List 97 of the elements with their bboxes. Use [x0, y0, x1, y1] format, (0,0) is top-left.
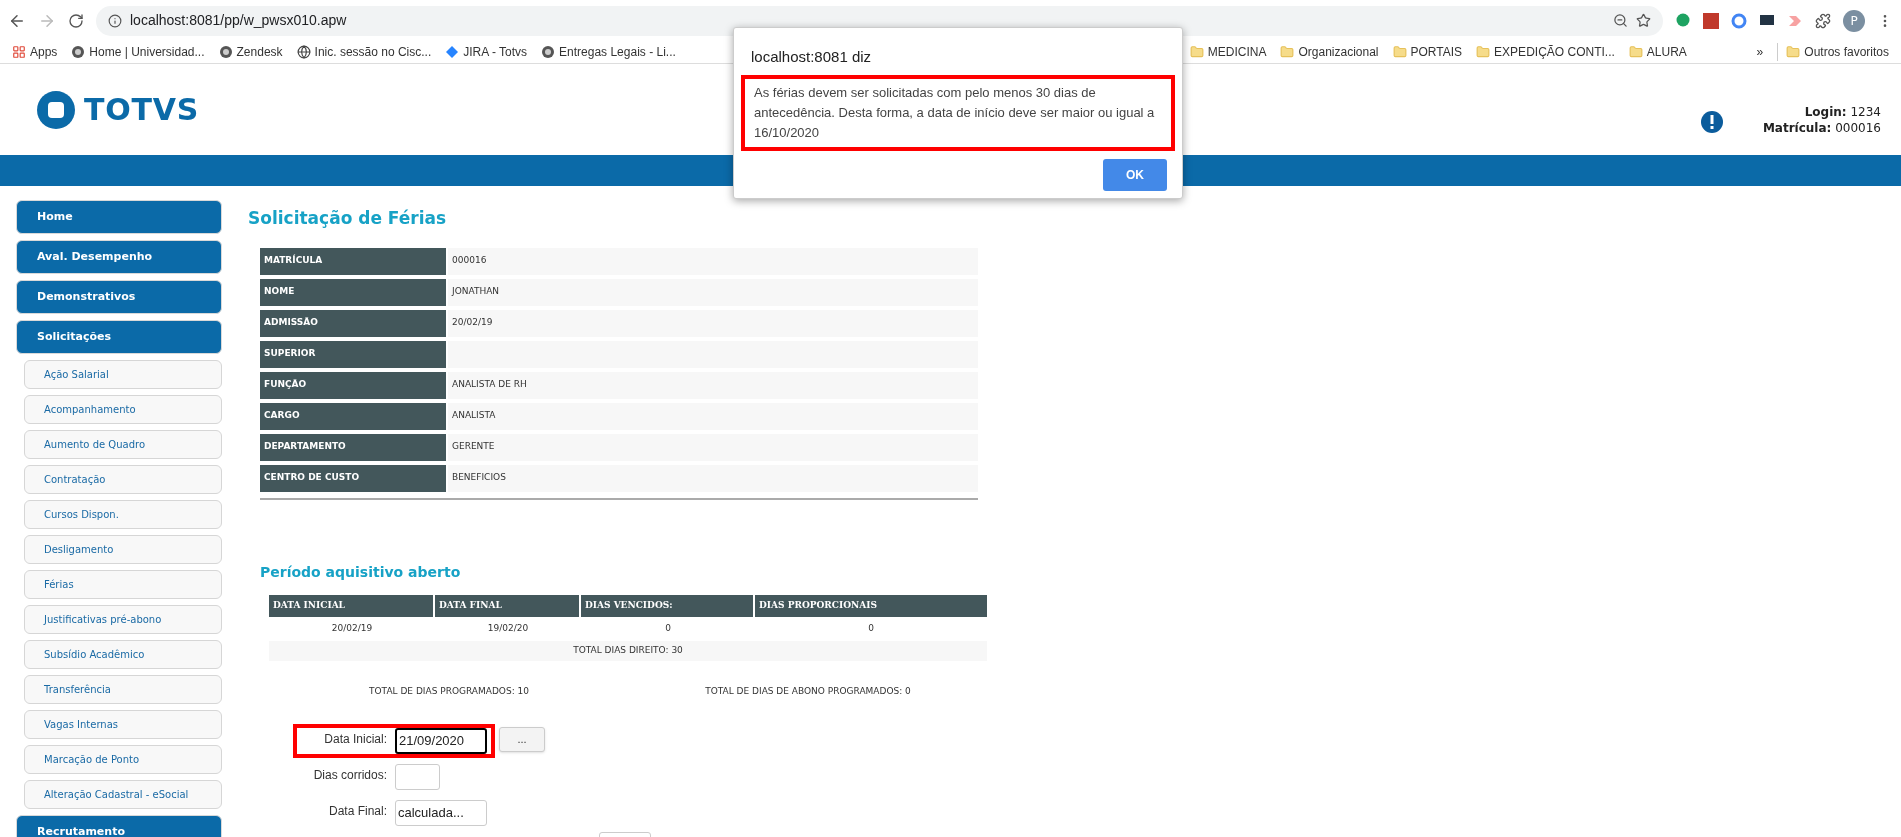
- menu-item[interactable]: Home: [16, 200, 222, 234]
- url-text: localhost:8081/pp/w_pwsx010.apw: [130, 11, 347, 30]
- logo-text: TOTVS: [84, 91, 199, 129]
- bookmark[interactable]: JIRA - Totvs: [445, 43, 528, 61]
- field-value: 20/02/19: [448, 309, 978, 337]
- bookmark[interactable]: Apps: [12, 43, 58, 61]
- column-header: DATA INICIAL: [269, 594, 433, 617]
- bookmark[interactable]: Organizacional: [1280, 43, 1379, 61]
- diamond-icon: [445, 45, 460, 59]
- matricula-label: Matrícula:: [1762, 120, 1832, 135]
- field-value: ANALISTA DE RH: [448, 371, 978, 399]
- field-label: FUNÇÃO: [260, 371, 446, 399]
- submenu-item[interactable]: Desligamento: [24, 535, 222, 564]
- alert-icon[interactable]: [1700, 110, 1723, 133]
- apps-icon: [12, 45, 26, 59]
- input-field[interactable]: [395, 764, 440, 790]
- login-value: 1234: [1850, 104, 1881, 119]
- field-value: JONATHAN: [448, 278, 978, 306]
- date-picker-button[interactable]: ...: [499, 727, 545, 752]
- table-cell-text: 19/02/20: [487, 621, 529, 635]
- column-header: DIAS VENCIDOS:: [581, 594, 753, 617]
- field-label: MATRÍCULA: [260, 247, 446, 275]
- field-label: NOME: [260, 278, 446, 306]
- submenu-item[interactable]: Justificativas pré-abono: [24, 605, 222, 634]
- folder-icon: [1628, 45, 1643, 59]
- zoom-icon[interactable]: [1613, 13, 1628, 28]
- submenu-item[interactable]: Marcação de Ponto: [24, 745, 222, 774]
- puzzle-icon[interactable]: [1815, 12, 1831, 29]
- field-value: 000016: [448, 247, 978, 275]
- folder-icon: [1476, 45, 1491, 59]
- bookmark[interactable]: PORTAIS: [1392, 43, 1463, 61]
- submenu-item[interactable]: Vagas Internas: [24, 710, 222, 739]
- globe-icon: [296, 45, 311, 59]
- field-value: ANALISTA: [448, 402, 978, 430]
- star-icon[interactable]: [1636, 13, 1651, 28]
- field-label: SUPERIOR: [260, 340, 446, 368]
- address-bar[interactable]: localhost:8081/pp/w_pwsx010.apw: [96, 5, 1663, 36]
- bookmark[interactable]: MEDICINA: [1189, 43, 1267, 61]
- column-header: DIAS PROPORCIONAIS: [755, 594, 987, 617]
- input-field[interactable]: 21/09/2020: [395, 728, 487, 754]
- field-label: CENTRO DE CUSTO: [260, 464, 446, 492]
- logo-icon: [36, 89, 76, 130]
- ok-button[interactable]: OK: [1103, 158, 1167, 191]
- reload-icon[interactable]: [68, 12, 84, 29]
- field-label: DEPARTAMENTO: [260, 433, 446, 461]
- form-label: Data Final:: [327, 803, 387, 820]
- submenu-item[interactable]: Alteração Cadastral - eSocial: [24, 780, 222, 809]
- dialog-title: localhost:8081 diz: [751, 47, 873, 67]
- field-value: BENEFICIOS: [448, 464, 978, 492]
- bookmark[interactable]: Entregas Legais - Li...: [541, 43, 676, 61]
- bookmark[interactable]: Inic. sessão no Cisc...: [296, 43, 432, 61]
- table-cell-text: 0: [665, 621, 671, 635]
- submenu-item[interactable]: Transferência: [24, 675, 222, 704]
- summary-text: TOTAL DE DIAS PROGRAMADOS: 10: [369, 684, 529, 698]
- folder-icon: [1280, 45, 1295, 59]
- site-icon: [71, 45, 86, 59]
- submenu-item[interactable]: Cursos Dispon.: [24, 500, 222, 529]
- page-title: Solicitação de Férias: [248, 207, 448, 230]
- dialog-message: As férias devem ser solicitadas com pelo menos 30 dias de antecedência. Desta forma, a data de início deve ser maior ou igual a 16/10/2020: [741, 74, 1175, 151]
- site-icon: [541, 45, 556, 59]
- section-title: Período aquisitivo aberto: [260, 562, 462, 582]
- menu-item[interactable]: Aval. Desempenho: [16, 240, 222, 274]
- form-label: Data Inicial:: [323, 731, 387, 748]
- submenu-item[interactable]: Subsídio Acadêmico: [24, 640, 222, 669]
- bookmark[interactable]: ALURA: [1628, 43, 1687, 61]
- site-icon: [218, 45, 233, 59]
- bookmarks-overflow[interactable]: »: [1756, 43, 1764, 61]
- menu-item[interactable]: Recrutamento: [16, 815, 222, 837]
- table-cell-text: 20/02/19: [331, 621, 373, 635]
- bookmark[interactable]: Zendesk: [218, 43, 283, 61]
- table-cell-text: 0: [868, 621, 874, 635]
- bookmark[interactable]: EXPEDIÇÃO CONTI...: [1476, 43, 1615, 61]
- login-label: Login:: [1804, 104, 1847, 119]
- field-label: ADMISSÃO: [260, 309, 446, 337]
- folder-icon: [1189, 45, 1204, 59]
- submenu-item[interactable]: Férias: [24, 570, 222, 599]
- folder-icon: [1392, 45, 1407, 59]
- menu-item[interactable]: Demonstrativos: [16, 280, 222, 314]
- bookmark[interactable]: Home | Universidad...: [71, 43, 205, 61]
- form-label: Dias corridos:: [312, 767, 387, 784]
- info-icon: [108, 13, 122, 28]
- folder-icon: [1786, 45, 1801, 59]
- profile-avatar[interactable]: P: [1843, 9, 1865, 32]
- summary-text: TOTAL DE DIAS DE ABONO PROGRAMADOS: 0: [705, 684, 911, 698]
- total-row: TOTAL DIAS DIREITO: 30: [269, 640, 987, 661]
- menu-item[interactable]: Solicitações: [16, 320, 222, 354]
- input-field[interactable]: calculada...: [395, 800, 487, 826]
- extension-icon[interactable]: [1703, 12, 1719, 29]
- submenu-item[interactable]: Contratação: [24, 465, 222, 494]
- matricula-value: 000016: [1835, 120, 1881, 135]
- bookmark[interactable]: Outros favoritos: [1777, 43, 1889, 61]
- submenu-item[interactable]: Acompanhamento: [24, 395, 222, 424]
- submenu-item[interactable]: Ação Salarial: [24, 360, 222, 389]
- submenu-item[interactable]: Aumento de Quadro: [24, 430, 222, 459]
- field-value: GERENTE: [448, 433, 978, 461]
- field-label: CARGO: [260, 402, 446, 430]
- column-header: DATA FINAL: [435, 594, 579, 617]
